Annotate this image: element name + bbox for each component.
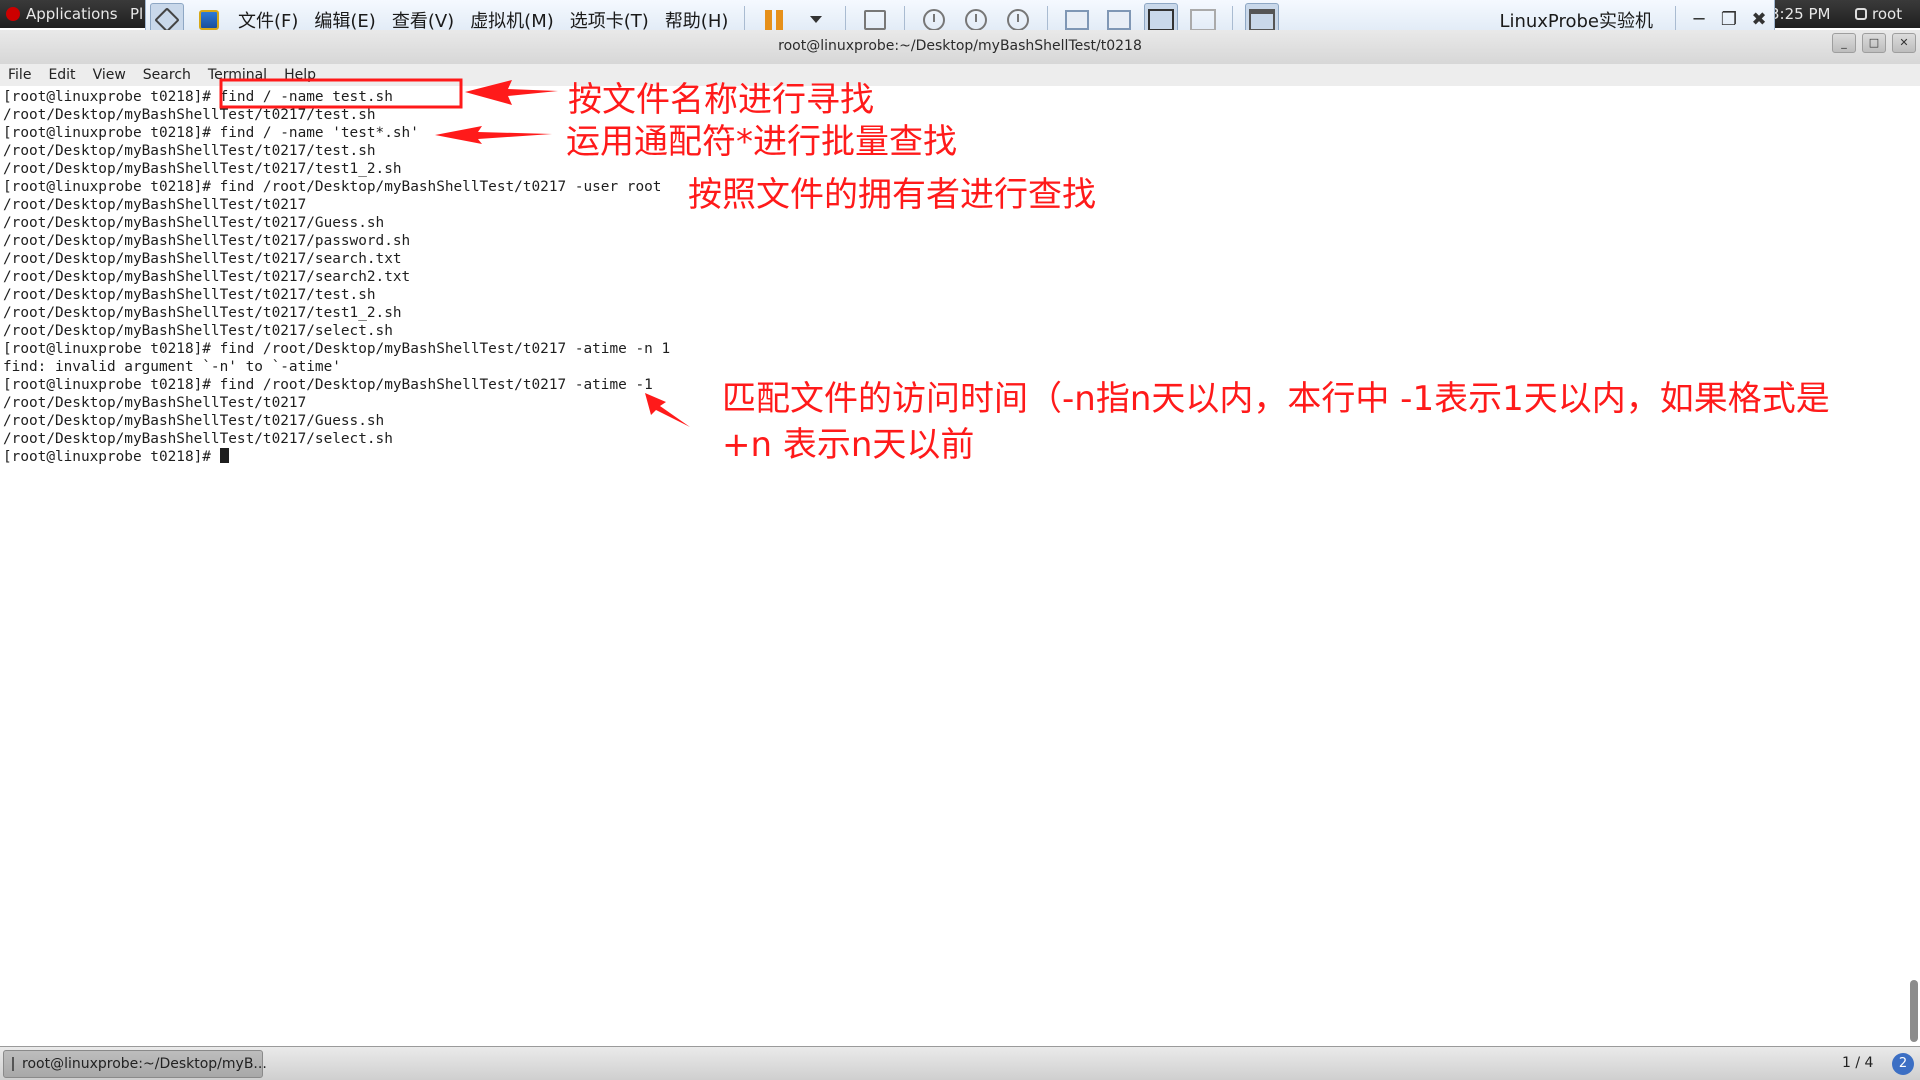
- terminal-line: /root/Desktop/myBashShellTest/t0217/Gues…: [3, 215, 385, 231]
- minimize-icon: ─: [1693, 9, 1705, 30]
- snapshot-manager-icon: [1007, 8, 1030, 31]
- annotation-wildcard-search: 运用通配符*进行批量查找: [566, 122, 957, 162]
- menu-view[interactable]: 查看(V): [392, 7, 454, 33]
- applications-label: Applications: [26, 5, 118, 23]
- menu-file[interactable]: 文件(F): [238, 7, 298, 33]
- terminal-scrollbar[interactable]: [1910, 980, 1918, 1042]
- menu-help[interactable]: 帮助(H): [665, 7, 729, 33]
- redhat-logo-icon: [6, 7, 20, 21]
- terminal-line: /root/Desktop/myBashShellTest/t0217/sear…: [3, 251, 402, 267]
- taskbar-terminal-item[interactable]: root@linuxprobe:~/Desktop/myB...: [3, 1050, 267, 1078]
- taskbar-terminal-label: root@linuxprobe:~/Desktop/myB...: [22, 1056, 267, 1072]
- menu-tabs[interactable]: 选项卡(T): [570, 7, 649, 33]
- terminal-close-button[interactable]: ✕: [1892, 33, 1916, 53]
- terminal-icon: [12, 1057, 14, 1071]
- terminal-window-controls: _ □ ✕: [1832, 33, 1916, 53]
- terminal-line: [root@linuxprobe t0218]# find /root/Desk…: [3, 341, 671, 357]
- annotation-atime-line1: 匹配文件的访问时间（-n指n天以内，本行中 -1表示1天以内，如果格式是: [722, 379, 1830, 419]
- terminal-line: /root/Desktop/myBashShellTest/t0217/sele…: [3, 323, 393, 339]
- chevron-down-icon: [810, 16, 823, 23]
- terminal-line: /root/Desktop/myBashShellTest/t0217/test…: [3, 305, 402, 321]
- terminal-menu-view[interactable]: View: [93, 67, 126, 83]
- help-icon[interactable]: 2: [1892, 1053, 1914, 1075]
- maximize-icon: □: [1868, 36, 1880, 49]
- workspace-indicator[interactable]: 1 / 4: [1842, 1055, 1873, 1071]
- snapshot-revert-icon: [965, 8, 988, 31]
- terminal-line: /root/Desktop/myBashShellTest/t0217/sear…: [3, 269, 411, 285]
- terminal-menu-edit[interactable]: Edit: [48, 67, 75, 83]
- places-menu[interactable]: Pl: [130, 5, 143, 23]
- terminal-maximize-button[interactable]: □: [1862, 33, 1886, 53]
- fullscreen-icon: [1148, 8, 1175, 31]
- pin-icon: [154, 6, 180, 33]
- user-label: root: [1872, 5, 1903, 23]
- terminal-window-title: root@linuxprobe:~/Desktop/myBashShellTes…: [778, 38, 1142, 54]
- annotation-owner-search: 按照文件的拥有者进行查找: [688, 175, 1096, 215]
- console-window-icon: [1249, 8, 1276, 31]
- user-menu[interactable]: root: [1855, 5, 1902, 23]
- terminal-menu-file[interactable]: File: [8, 67, 31, 83]
- sidebar-panel-icon: [1065, 9, 1090, 30]
- vm-title: LinuxProbe实验机: [1499, 10, 1653, 32]
- user-icon: [1855, 8, 1867, 20]
- terminal-line: /root/Desktop/myBashShellTest/t0217/pass…: [3, 233, 411, 249]
- close-icon: ✕: [1899, 36, 1909, 49]
- terminal-menu-search[interactable]: Search: [143, 67, 191, 83]
- terminal-output[interactable]: [root@linuxprobe t0218]# find / -name te…: [0, 86, 1906, 1046]
- network-icon: [864, 9, 887, 30]
- terminal-title-bar[interactable]: root@linuxprobe:~/Desktop/myBashShellTes…: [0, 30, 1920, 64]
- terminal-prompt: [root@linuxprobe t0218]#: [3, 449, 220, 465]
- thumbnail-panel-icon: [1107, 9, 1132, 30]
- terminal-menu-help[interactable]: Help: [284, 67, 316, 83]
- terminal-cursor: [219, 448, 229, 463]
- terminal-menubar: File Edit View Search Terminal Help: [0, 64, 1920, 86]
- terminal-menu-terminal[interactable]: Terminal: [208, 67, 267, 83]
- terminal-line: /root/Desktop/myBashShellTest/t0217/test…: [3, 287, 376, 303]
- terminal-minimize-button[interactable]: _: [1832, 33, 1856, 53]
- applications-menu[interactable]: Applications: [6, 5, 118, 23]
- vmware-icon: [199, 9, 219, 30]
- terminal-line: [root@linuxprobe t0218]# find / -name te…: [3, 89, 393, 105]
- panel-clock[interactable]: 3:25 PM: [1770, 5, 1830, 23]
- annotation-atime-line2: +n 表示n天以前: [722, 425, 975, 465]
- taskbar: root@linuxprobe:~/Desktop/myB... 1 / 4 2: [0, 1046, 1920, 1080]
- close-icon: ✖: [1751, 9, 1767, 30]
- snapshot-icon: [923, 8, 946, 31]
- minimize-icon: _: [1841, 36, 1847, 49]
- menu-edit[interactable]: 编辑(E): [314, 7, 375, 33]
- restore-icon: ❐: [1720, 9, 1738, 30]
- pause-icon: [765, 9, 784, 30]
- unity-icon: [1190, 8, 1217, 31]
- menu-vm[interactable]: 虚拟机(M): [470, 7, 554, 33]
